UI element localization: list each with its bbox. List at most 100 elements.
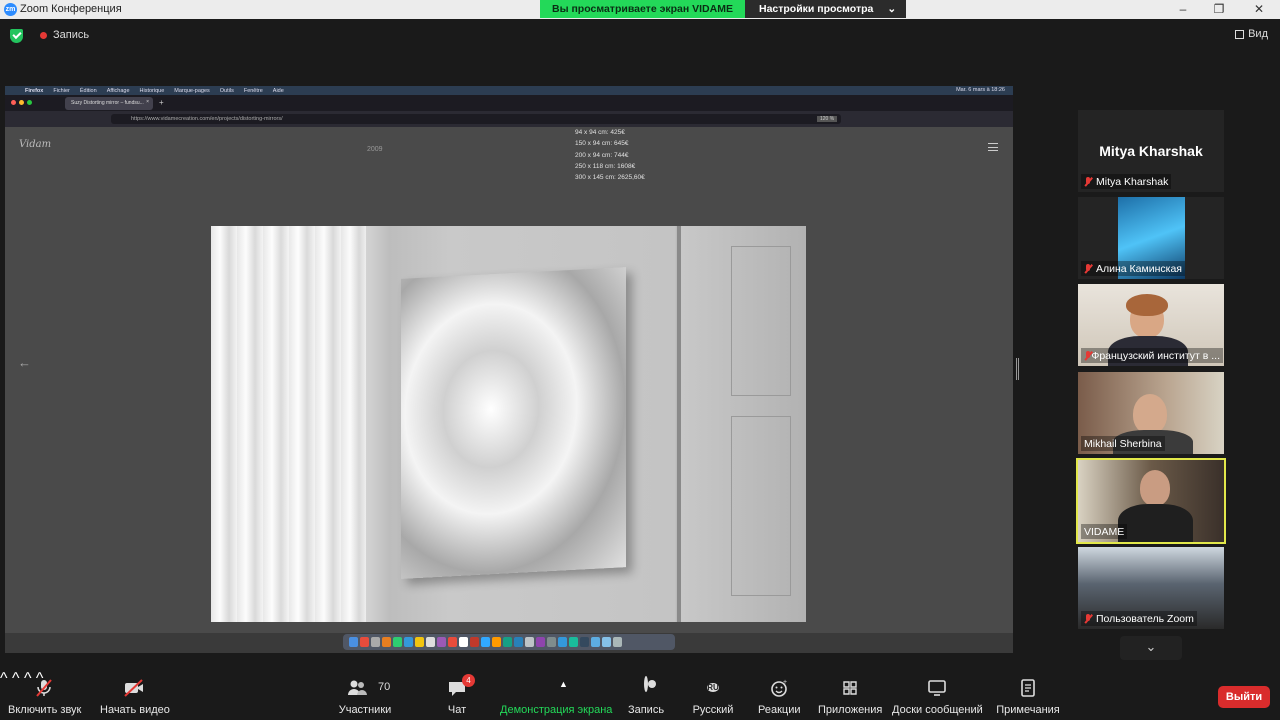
website-page: Vidam 2009 94 x 94 cm: 425€ 150 x 94 cm:… xyxy=(5,127,1013,633)
browser-tab-title: Suzy Distorting mirror – fundsu... xyxy=(71,100,144,106)
reactions-button[interactable]: + Реакции xyxy=(758,678,801,716)
apps-icon xyxy=(818,678,882,698)
dock-app-icon xyxy=(613,637,622,647)
mac-clock: Mar. 6 mars à 18:26 xyxy=(956,87,1005,93)
participant-tile[interactable]: Пользователь Zoom xyxy=(1078,547,1224,629)
participant-tile-active-speaker[interactable]: VIDAME xyxy=(1076,458,1226,544)
reactions-smiley-icon: + xyxy=(758,678,800,698)
distorting-mirror-image xyxy=(401,267,626,579)
audio-options-caret-icon[interactable]: ^ xyxy=(0,670,8,687)
browser-url: https://www.vidamecreation.com/en/projec… xyxy=(111,114,841,124)
dock-app-icon xyxy=(547,637,556,647)
dock-app-icon xyxy=(415,637,424,647)
participant-label: Французский институт в ... xyxy=(1081,348,1223,363)
grid-view-icon xyxy=(1235,29,1245,39)
whiteboard-icon xyxy=(892,678,982,698)
person-body xyxy=(1118,504,1193,542)
price-list: 94 x 94 cm: 425€ 150 x 94 cm: 645€ 200 x… xyxy=(575,127,645,183)
unmute-label: Включить звук xyxy=(8,704,82,716)
dock-app-icon xyxy=(492,637,501,647)
previous-arrow-icon: ← xyxy=(18,355,31,370)
dock-app-icon xyxy=(437,637,446,647)
mac-menu-item: Marque-pages xyxy=(174,87,210,94)
leave-meeting-button[interactable]: Выйти xyxy=(1218,686,1270,708)
participant-tile[interactable]: Французский институт в ... xyxy=(1078,284,1224,366)
participant-name: Алина Каминская xyxy=(1096,262,1182,275)
zoom-dot-icon xyxy=(27,100,32,105)
dock-app-icon xyxy=(569,637,578,647)
mac-menu-item: Firefox xyxy=(25,87,44,94)
chat-icon: 4 xyxy=(447,674,475,698)
meeting-toolbar: Включить звук ^ Начать видео ^ 70 Участн… xyxy=(0,670,1280,720)
language-label: Русский xyxy=(692,704,734,716)
record-button[interactable]: Запись xyxy=(626,676,666,716)
dock-app-icon xyxy=(525,637,534,647)
unmute-button[interactable]: Включить звук xyxy=(8,678,82,716)
mac-menu-item: Historique xyxy=(139,87,165,94)
price-item: 250 x 118 cm: 1608€ xyxy=(575,162,636,170)
participant-name: Mitya Kharshak xyxy=(1096,175,1169,188)
apps-button[interactable]: Приложения xyxy=(818,678,882,716)
participant-label: VIDAME xyxy=(1081,524,1128,539)
mic-muted-icon xyxy=(8,678,80,698)
mac-menu-item: Outils xyxy=(219,87,234,94)
security-shield-icon[interactable] xyxy=(10,29,23,43)
svg-text:+: + xyxy=(783,679,787,686)
mac-menu-item: Fenêtre xyxy=(243,87,263,94)
participants-button[interactable]: 70 Участники xyxy=(338,678,392,716)
notes-button[interactable]: Примечания xyxy=(996,678,1060,716)
minimize-button[interactable]: – xyxy=(1164,1,1202,18)
panel-splitter[interactable] xyxy=(1016,358,1019,380)
close-window-button[interactable]: ✕ xyxy=(1240,1,1278,18)
minimize-dot-icon xyxy=(19,100,24,105)
share-screen-button[interactable]: Демонстрация экрана xyxy=(500,678,613,716)
dock-app-icon xyxy=(580,637,589,647)
project-year: 2009 xyxy=(367,146,383,153)
mic-muted-icon xyxy=(1084,176,1092,187)
record-label: Запись xyxy=(627,704,665,716)
browser-navbar: https://www.vidamecreation.com/en/projec… xyxy=(5,111,1013,127)
view-button[interactable]: Вид xyxy=(1235,28,1268,40)
participants-icon: 70 xyxy=(338,678,392,698)
start-video-button[interactable]: Начать видео xyxy=(100,678,170,716)
recording-label[interactable]: Запись xyxy=(53,29,89,41)
language-button[interactable]: RU Русский xyxy=(690,678,736,716)
mac-menu-item: Affichage xyxy=(106,87,130,94)
shared-screen[interactable]: Firefox Fichier Édition Affichage Histor… xyxy=(5,86,1013,653)
participant-label: Алина Каминская xyxy=(1081,261,1185,276)
start-video-label: Начать видео xyxy=(100,704,170,716)
mic-muted-icon xyxy=(1084,263,1092,274)
record-icon xyxy=(626,676,666,698)
chat-badge: 4 xyxy=(462,674,475,687)
reactions-label: Реакции xyxy=(758,704,801,716)
site-logo: Vidam xyxy=(19,139,52,150)
maximize-button[interactable]: ❐ xyxy=(1200,1,1238,18)
mac-dock xyxy=(343,634,675,650)
dock-app-icon xyxy=(382,637,391,647)
participant-tile[interactable]: Mikhail Sherbina xyxy=(1078,372,1224,454)
zoom-logo-icon: zm xyxy=(4,3,17,16)
more-participants-button[interactable]: ⌄ xyxy=(1120,636,1182,660)
price-item: 200 x 94 cm: 744€ xyxy=(575,151,629,159)
browser-tab: Suzy Distorting mirror – fundsu... × xyxy=(65,97,153,110)
chat-button[interactable]: 4 Чат xyxy=(440,674,475,716)
close-dot-icon xyxy=(11,100,16,105)
participant-big-name: Mitya Kharshak xyxy=(1099,143,1203,159)
language-code: RU xyxy=(707,683,719,692)
dock-app-icon xyxy=(470,637,479,647)
participant-label: Mitya Kharshak xyxy=(1081,174,1172,189)
participants-label: Участники xyxy=(338,704,392,716)
viewing-screen-label: Вы просматриваете экран VIDAME xyxy=(540,0,745,18)
whiteboards-label: Доски сообщений xyxy=(892,704,983,716)
notes-icon xyxy=(996,678,1060,698)
participant-tile[interactable]: Mitya Kharshak Mitya Kharshak xyxy=(1078,110,1224,192)
mac-menu-item: Fichier xyxy=(53,87,70,94)
whiteboards-button[interactable]: Доски сообщений xyxy=(892,678,983,716)
new-tab-icon: + xyxy=(159,98,164,107)
view-settings-button[interactable]: Настройки просмотра ⌄ xyxy=(744,0,907,18)
door-panel xyxy=(731,416,791,596)
participant-tile[interactable]: Алина Каминская xyxy=(1078,197,1224,279)
dock-app-icon xyxy=(591,637,600,647)
share-screen-label: Демонстрация экрана xyxy=(500,704,613,716)
dock-app-icon xyxy=(503,637,512,647)
